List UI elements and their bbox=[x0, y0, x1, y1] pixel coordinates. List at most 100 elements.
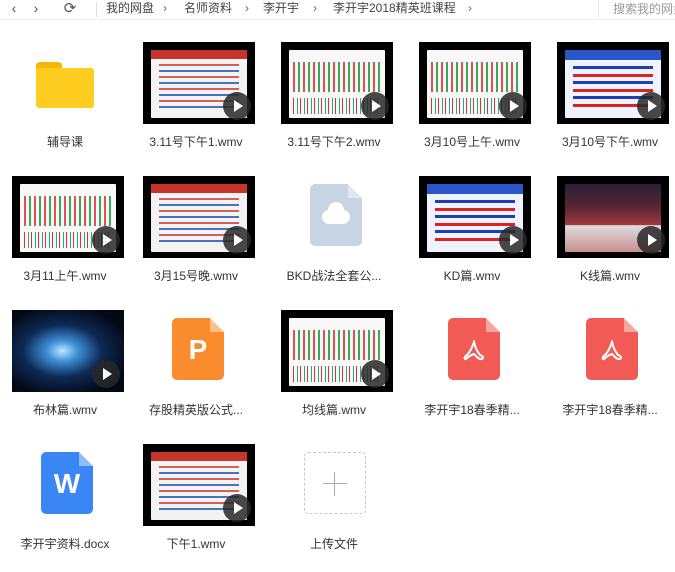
file-item-video[interactable]: 下午1.wmv bbox=[131, 444, 261, 572]
toolbar-divider bbox=[96, 2, 97, 17]
file-item-word[interactable]: W 李开宇资料.docx bbox=[0, 444, 130, 572]
file-thumbnail bbox=[0, 42, 130, 138]
play-icon bbox=[361, 92, 389, 120]
file-item-folder[interactable]: 辅导课 bbox=[0, 42, 130, 170]
file-thumbnail bbox=[131, 176, 261, 272]
search-input[interactable] bbox=[599, 0, 675, 18]
file-name: 3月10号上午.wmv bbox=[423, 135, 521, 149]
chevron-right-icon[interactable]: › bbox=[28, 0, 44, 19]
chevron-left-icon[interactable]: ‹ bbox=[6, 0, 22, 19]
file-item-video[interactable]: 均线篇.wmv bbox=[269, 310, 399, 438]
video-thumbnail bbox=[143, 176, 255, 258]
play-icon bbox=[223, 494, 251, 522]
file-thumbnail bbox=[545, 310, 675, 406]
file-name: 李开宇资料.docx bbox=[20, 537, 110, 551]
file-thumbnail bbox=[269, 310, 399, 406]
file-name: 3月10号下午.wmv bbox=[561, 135, 659, 149]
file-name: 3.11号下午1.wmv bbox=[149, 135, 243, 149]
video-thumbnail bbox=[281, 310, 393, 392]
file-item-pdf[interactable]: 李开宇18春季精... bbox=[407, 310, 537, 438]
video-thumbnail bbox=[143, 42, 255, 124]
file-name: 下午1.wmv bbox=[166, 537, 226, 551]
file-name: 3月11上午.wmv bbox=[23, 269, 107, 283]
file-thumbnail bbox=[407, 42, 537, 138]
file-thumbnail bbox=[269, 176, 399, 272]
search-box bbox=[598, 0, 675, 18]
file-name: K线篇.wmv bbox=[579, 269, 640, 283]
file-item-video[interactable]: 3.11号下午1.wmv bbox=[131, 42, 261, 170]
upload-label: 上传文件 bbox=[309, 537, 358, 551]
file-item-video[interactable]: 3月10号下午.wmv bbox=[545, 42, 675, 170]
file-thumbnail bbox=[269, 444, 399, 540]
file-thumbnail bbox=[269, 42, 399, 138]
play-icon bbox=[499, 226, 527, 254]
video-thumbnail bbox=[281, 42, 393, 124]
video-thumbnail bbox=[143, 444, 255, 526]
cloud-file-icon bbox=[310, 184, 362, 246]
file-name: KD篇.wmv bbox=[443, 269, 501, 283]
refresh-icon[interactable]: ⟳ bbox=[62, 0, 78, 19]
file-thumbnail bbox=[131, 444, 261, 540]
video-thumbnail bbox=[557, 42, 669, 124]
file-name: 3.11号下午2.wmv bbox=[287, 135, 381, 149]
play-icon bbox=[637, 92, 665, 120]
breadcrumb-item-current-folder[interactable]: 李开宇2018精英班课程 bbox=[333, 1, 456, 16]
breadcrumb-item-my-drive[interactable]: 我的网盘 bbox=[106, 1, 154, 16]
toolbar: ‹ › ⟳ 我的网盘 › 名师资料 › 李开宇 › 李开宇2018精英班课程 › bbox=[0, 0, 675, 19]
file-item-video[interactable]: 3月10号上午.wmv bbox=[407, 42, 537, 170]
file-item-video[interactable]: K线篇.wmv bbox=[545, 176, 675, 304]
breadcrumb-item-teacher[interactable]: 李开宇 bbox=[263, 1, 299, 16]
play-icon bbox=[92, 360, 120, 388]
upload-file-tile[interactable]: 上传文件 bbox=[269, 444, 399, 572]
breadcrumb-separator-icon: › bbox=[245, 1, 249, 15]
file-item-video[interactable]: KD篇.wmv bbox=[407, 176, 537, 304]
breadcrumb-item-teacher-materials[interactable]: 名师资料 bbox=[184, 1, 232, 16]
file-thumbnail bbox=[0, 176, 130, 272]
video-thumbnail bbox=[419, 42, 531, 124]
file-thumbnail bbox=[407, 310, 537, 406]
file-thumbnail bbox=[407, 176, 537, 272]
video-thumbnail bbox=[12, 176, 124, 258]
file-name: 辅导课 bbox=[46, 135, 83, 149]
file-item-ppt[interactable]: P 存股精英版公式... bbox=[131, 310, 261, 438]
file-item-cloud[interactable]: BKD战法全套公... bbox=[269, 176, 399, 304]
file-name: 李开宇18春季精... bbox=[562, 403, 658, 417]
file-thumbnail bbox=[131, 42, 261, 138]
file-name: 存股精英版公式... bbox=[148, 403, 243, 417]
plus-icon[interactable] bbox=[304, 452, 366, 514]
file-item-video[interactable]: 3.11号下午2.wmv bbox=[269, 42, 399, 170]
breadcrumb-separator-icon: › bbox=[468, 1, 472, 15]
file-thumbnail: P bbox=[131, 310, 261, 406]
file-name: 3月15号晚.wmv bbox=[153, 269, 239, 283]
breadcrumb-separator-icon: › bbox=[163, 1, 167, 15]
file-thumbnail bbox=[0, 310, 130, 406]
pdf-file-icon bbox=[448, 318, 500, 380]
toolbar-divider-line bbox=[0, 19, 675, 20]
file-thumbnail bbox=[545, 42, 675, 138]
file-thumbnail bbox=[545, 176, 675, 272]
file-item-video[interactable]: 3月15号晚.wmv bbox=[131, 176, 261, 304]
ppt-file-icon: P bbox=[172, 318, 224, 380]
file-item-pdf[interactable]: 李开宇18春季精... bbox=[545, 310, 675, 438]
video-thumbnail bbox=[419, 176, 531, 258]
file-name: 均线篇.wmv bbox=[302, 403, 366, 417]
file-name: 布林篇.wmv bbox=[33, 403, 97, 417]
file-name: 李开宇18春季精... bbox=[424, 403, 520, 417]
folder-icon bbox=[36, 62, 94, 108]
play-icon bbox=[637, 226, 665, 254]
play-icon bbox=[361, 360, 389, 388]
file-item-video[interactable]: 布林篇.wmv bbox=[0, 310, 130, 438]
file-thumbnail: W bbox=[0, 444, 130, 540]
pdf-file-icon bbox=[586, 318, 638, 380]
word-letter: W bbox=[53, 468, 81, 499]
video-thumbnail bbox=[557, 176, 669, 258]
ppt-letter: P bbox=[188, 334, 208, 365]
play-icon bbox=[223, 226, 251, 254]
file-item-video[interactable]: 3月11上午.wmv bbox=[0, 176, 130, 304]
play-icon bbox=[92, 226, 120, 254]
breadcrumb-separator-icon: › bbox=[313, 1, 317, 15]
video-thumbnail bbox=[12, 310, 124, 392]
play-icon bbox=[499, 92, 527, 120]
file-name: BKD战法全套公... bbox=[286, 269, 382, 283]
word-file-icon: W bbox=[41, 452, 93, 514]
